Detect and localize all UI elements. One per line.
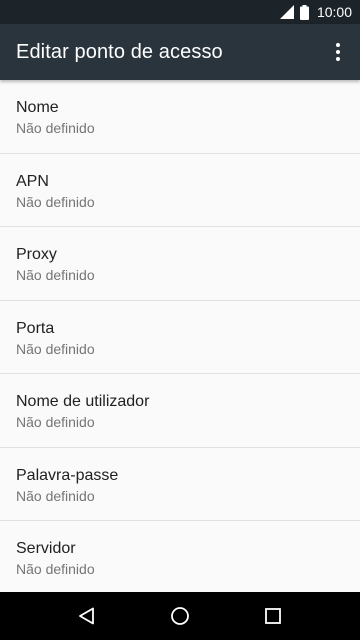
more-vert-icon[interactable] xyxy=(326,32,350,72)
apn-settings-list: Nome Não definido APN Não definido Proxy… xyxy=(0,80,360,592)
signal-icon xyxy=(279,5,294,19)
back-icon[interactable] xyxy=(63,592,111,640)
overflow-dot xyxy=(336,43,340,47)
overflow-dot xyxy=(336,50,340,54)
item-title: Porta xyxy=(16,319,55,337)
overflow-dot xyxy=(336,57,340,61)
status-bar: 10:00 xyxy=(0,0,360,24)
item-value: Não definido xyxy=(16,120,95,136)
home-icon[interactable] xyxy=(156,592,204,640)
status-time: 10:00 xyxy=(316,4,352,20)
app-bar: Editar ponto de acesso xyxy=(0,24,360,80)
list-item-proxy[interactable]: Proxy Não definido xyxy=(0,227,360,301)
item-value: Não definido xyxy=(16,193,95,210)
screen: 10:00 Editar ponto de acesso Nome Não de… xyxy=(0,0,360,640)
navigation-bar xyxy=(0,592,360,640)
list-item-servidor[interactable]: Servidor Não definido xyxy=(0,521,360,592)
item-value: Não definido xyxy=(16,487,95,504)
item-title: Nome de utilizador xyxy=(16,393,150,410)
item-title: APN xyxy=(16,172,49,190)
page-title: Editar ponto de acesso xyxy=(16,40,223,63)
list-item-nome-de-utilizador[interactable]: Nome de utilizador Não definido xyxy=(0,374,360,448)
item-title: Nome xyxy=(16,99,59,116)
item-title: Proxy xyxy=(16,246,57,263)
list-item-porta[interactable]: Porta Não definido xyxy=(0,301,360,374)
list-item-palavra-passe[interactable]: Palavra-passe Não definido xyxy=(0,448,360,521)
item-value: Não definido xyxy=(16,414,95,430)
item-value: Não definido xyxy=(16,561,95,577)
item-value: Não definido xyxy=(16,340,95,357)
item-title: Palavra-passe xyxy=(16,466,119,484)
item-value: Não definido xyxy=(16,267,95,283)
recents-icon[interactable] xyxy=(249,592,297,640)
list-item-nome[interactable]: Nome Não definido xyxy=(0,80,360,154)
item-title: Servidor xyxy=(16,540,76,557)
list-item-apn[interactable]: APN Não definido xyxy=(0,154,360,227)
battery-icon xyxy=(299,4,309,20)
